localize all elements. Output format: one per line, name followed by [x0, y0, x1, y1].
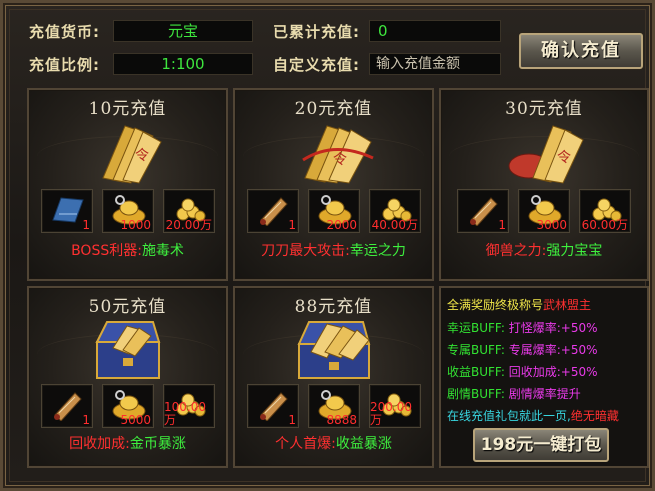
- reward-slot[interactable]: 100.00万: [163, 384, 215, 428]
- gold-talisman-icon: 令: [301, 125, 374, 184]
- desc-highlight-red: BOSS利器:: [71, 243, 142, 259]
- scroll-icon: [470, 197, 498, 226]
- buff-row: 专属BUFF: 专属爆率:+50%: [447, 341, 598, 358]
- bonus-title: 全满奖励终极称号武林盟主: [447, 296, 591, 313]
- reward-slot[interactable]: 60.00万: [579, 189, 631, 233]
- desc-highlight-green: 收益暴涨: [335, 436, 392, 452]
- full-bonus-panel: 全满奖励终极称号武林盟主 幸运BUFF: 打怪爆率:+50% 专属BUFF: 专…: [439, 286, 649, 468]
- svg-text:令: 令: [557, 150, 571, 166]
- tier-description: BOSS利器:施毒术: [29, 240, 226, 260]
- bonus-note-text: 在线充值礼包就此一页,: [447, 409, 571, 423]
- currency-value: 元宝: [113, 20, 253, 42]
- reward-slot[interactable]: 3000: [518, 189, 570, 233]
- ratio-value: 1:100: [113, 53, 253, 75]
- reward-slot[interactable]: 1: [247, 189, 299, 233]
- reward-slot[interactable]: 1: [41, 384, 93, 428]
- tier-title: 50元充值: [88, 297, 167, 317]
- tier-description: 刀刀最大攻击:幸运之力: [235, 240, 432, 260]
- scroll-icon: [54, 392, 82, 421]
- tier-description: 回收加成:金币暴涨: [29, 433, 226, 453]
- desc-highlight-green: 幸运之力: [349, 243, 406, 259]
- buff-label: 幸运BUFF:: [447, 321, 505, 335]
- item-quantity: 1: [288, 413, 296, 427]
- gold-talisman-icon: 令: [101, 125, 162, 184]
- bonus-note-highlight: 绝无暗藏: [570, 409, 619, 423]
- desc-highlight-red: 刀刀最大攻击:: [261, 243, 350, 259]
- scroll-icon: [260, 197, 288, 226]
- scroll-icon: [260, 392, 288, 421]
- desc-highlight-green: 金币暴涨: [129, 436, 186, 452]
- tier-title: 30元充值: [505, 99, 583, 119]
- reward-slot[interactable]: 2000: [308, 189, 360, 233]
- svg-text:令: 令: [333, 152, 347, 168]
- item-quantity: 100.00万: [164, 400, 206, 427]
- desc-highlight-red: 回收加成:: [69, 436, 130, 452]
- total-recharged-value: 0: [369, 20, 501, 42]
- tier-panel-50[interactable]: 50元充值 1 5000 100.00万 回收加成:金币暴涨: [27, 286, 228, 468]
- item-quantity: 5000: [120, 413, 151, 427]
- item-quantity: 60.00万: [581, 218, 628, 232]
- tier-title: 20元充值: [294, 99, 373, 119]
- item-quantity: 1: [288, 218, 296, 232]
- bonus-title-text: 全满奖励终极称号: [447, 298, 544, 312]
- buff-value: 剧情爆率提升: [508, 387, 581, 401]
- buff-label: 专属BUFF:: [447, 343, 505, 357]
- svg-text:令: 令: [135, 148, 149, 164]
- gold-talisman-icon: 令: [508, 125, 584, 184]
- bonus-note: 在线充值礼包就此一页,绝无暗藏: [447, 407, 619, 424]
- tier-description: 御兽之力:强力宝宝: [441, 240, 647, 260]
- buff-value: 回收加成:+50%: [508, 365, 598, 379]
- ratio-label: 充值比例:: [29, 56, 100, 74]
- tier-panel-30[interactable]: 30元充值 令 1 3000 60.00万 御兽之力:强力宝宝: [439, 88, 649, 281]
- tier-panel-10[interactable]: 10元充值 令 1 1000 20.00万 BOSS利器:施毒术: [27, 88, 228, 281]
- item-quantity: 3000: [536, 218, 567, 232]
- buff-row: 幸运BUFF: 打怪爆率:+50%: [447, 319, 598, 336]
- buff-value: 打怪爆率:+50%: [508, 321, 598, 335]
- currency-label: 充值货币:: [29, 23, 100, 41]
- item-quantity: 2000: [326, 218, 357, 232]
- buff-row: 剧情BUFF: 剧情爆率提升: [447, 385, 581, 402]
- item-quantity: 20.00万: [165, 218, 212, 232]
- reward-slot[interactable]: 40.00万: [369, 189, 421, 233]
- buff-row: 收益BUFF: 回收加成:+50%: [447, 363, 598, 380]
- tier-description: 个人首爆:收益暴涨: [235, 433, 432, 453]
- skill-book-icon: [52, 197, 84, 223]
- buff-label: 收益BUFF:: [447, 365, 505, 379]
- item-quantity: 1: [498, 218, 506, 232]
- confirm-recharge-button[interactable]: 确认充值: [519, 33, 643, 69]
- item-quantity: 8888: [326, 413, 357, 427]
- item-quantity: 1: [82, 218, 90, 232]
- reward-slot[interactable]: 8888: [308, 384, 360, 428]
- desc-highlight-green: 施毒术: [141, 243, 184, 259]
- bundle-purchase-button[interactable]: 198元一键打包: [473, 428, 609, 462]
- reward-slot[interactable]: 5000: [102, 384, 154, 428]
- item-quantity: 200.00万: [370, 400, 412, 427]
- tier-title: 88元充值: [294, 297, 373, 317]
- custom-recharge-label: 自定义充值:: [273, 56, 360, 74]
- recharge-window: 充值货币: 元宝 充值比例: 1:100 已累计充值: 0 自定义充值: 输入充…: [0, 0, 655, 491]
- reward-slot[interactable]: 1: [247, 384, 299, 428]
- reward-slot[interactable]: 20.00万: [163, 189, 215, 233]
- tier-panel-88[interactable]: 88元充值 1 8888 200.00万 个人首爆:收益暴涨: [233, 286, 434, 468]
- reward-slot[interactable]: 1: [457, 189, 509, 233]
- buff-value: 专属爆率:+50%: [508, 343, 598, 357]
- custom-amount-input[interactable]: 输入充值金额: [369, 53, 501, 75]
- item-quantity: 40.00万: [371, 218, 418, 232]
- reward-slot[interactable]: 1000: [102, 189, 154, 233]
- tier-panel-20[interactable]: 20元充值 令 1 2000 40.00万 刀刀最大攻击:幸运之力: [233, 88, 434, 281]
- item-quantity: 1: [82, 413, 90, 427]
- desc-highlight-green: 强力宝宝: [546, 243, 603, 259]
- desc-highlight-red: 个人首爆:: [275, 436, 336, 452]
- total-recharged-label: 已累计充值:: [273, 23, 360, 41]
- desc-highlight-red: 御兽之力:: [485, 243, 547, 259]
- treasure-chest-icon: [296, 321, 370, 379]
- item-quantity: 1000: [120, 218, 151, 232]
- tier-title: 10元充值: [88, 99, 167, 119]
- treasure-chest-icon: [94, 321, 160, 379]
- buff-label: 剧情BUFF:: [447, 387, 505, 401]
- bonus-title-highlight: 武林盟主: [543, 298, 592, 312]
- reward-slot[interactable]: 200.00万: [369, 384, 421, 428]
- reward-slot[interactable]: 1: [41, 189, 93, 233]
